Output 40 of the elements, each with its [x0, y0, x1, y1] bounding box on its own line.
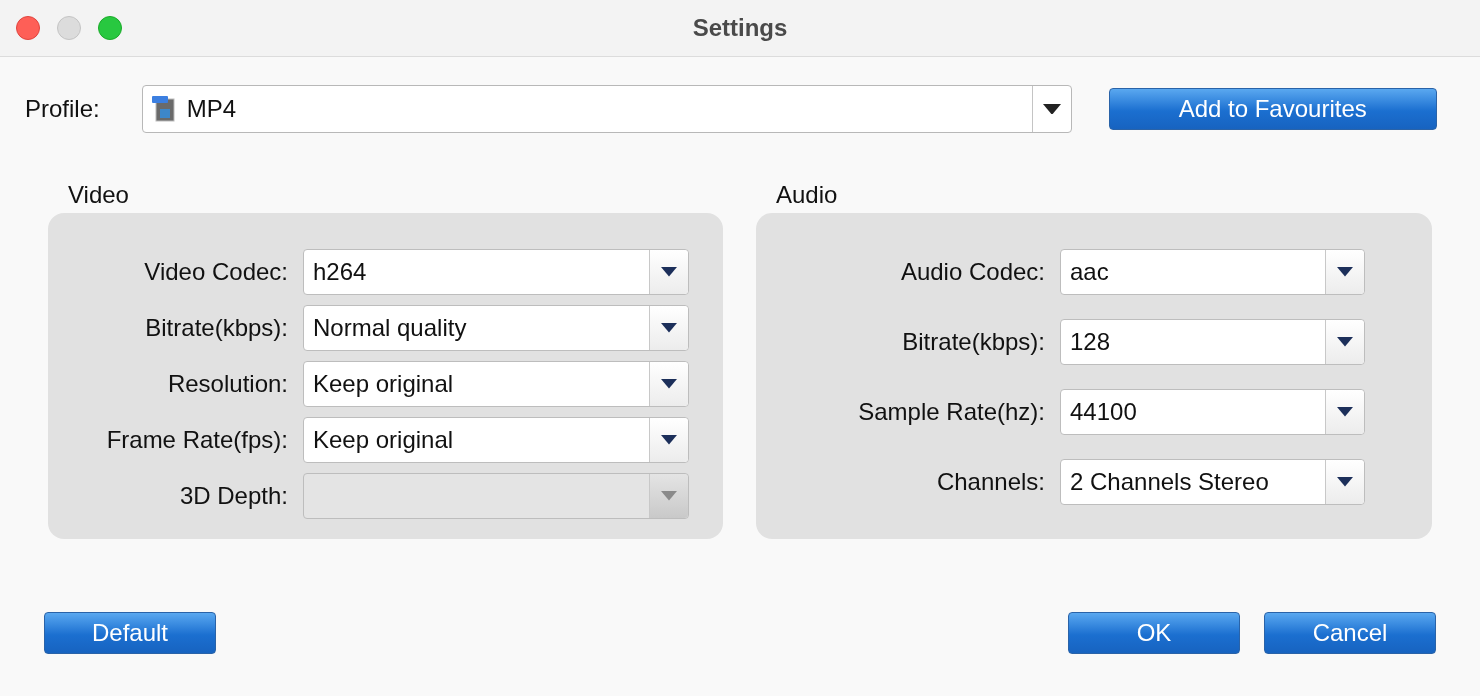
dropdown-arrow-icon — [1337, 337, 1353, 347]
dropdown-field[interactable]: Keep original — [303, 361, 689, 407]
dialog-button[interactable]: OK — [1068, 612, 1240, 654]
close-icon[interactable] — [16, 16, 40, 40]
dropdown-arrow-icon — [661, 267, 677, 277]
zoom-icon[interactable] — [98, 16, 122, 40]
field-label: Bitrate(kbps): — [144, 314, 288, 342]
dropdown-arrow-icon — [661, 435, 677, 445]
profile-label: Profile: — [25, 95, 100, 123]
dropdown-arrow-icon — [661, 491, 677, 501]
dropdown-field[interactable]: h264 — [303, 249, 689, 295]
field-label: Audio Codec: — [899, 258, 1045, 286]
dropdown-arrow-icon — [1337, 267, 1353, 277]
dropdown-field[interactable]: Normal quality — [303, 305, 689, 351]
window-title: Settings — [692, 14, 788, 42]
field-label: Video Codec: — [143, 258, 288, 286]
minimize-icon[interactable] — [57, 16, 81, 40]
dropdown-arrow-icon — [661, 379, 677, 389]
section-title: Audio — [776, 181, 839, 210]
dropdown-field[interactable]: aac — [1060, 249, 1365, 295]
field-label: Frame Rate(fps): — [105, 426, 288, 454]
default-button[interactable]: Default — [44, 612, 216, 654]
dropdown-field[interactable]: 2 Channels Stereo — [1060, 459, 1365, 505]
video-file-icon — [150, 95, 177, 123]
dialog-button[interactable]: Cancel — [1264, 612, 1436, 654]
profile-dropdown[interactable]: MP4 — [141, 85, 1072, 133]
dropdown-arrow-icon — [1337, 407, 1353, 417]
field-label: Sample Rate(hz): — [857, 398, 1045, 426]
dropdown-arrow-icon — [1042, 103, 1061, 115]
dropdown-arrow-icon — [661, 323, 677, 333]
dropdown-field[interactable]: 128 — [1060, 319, 1365, 365]
dropdown-arrow-icon — [1337, 477, 1353, 487]
field-label: Channels: — [935, 468, 1045, 496]
dropdown-field[interactable]: 44100 — [1060, 389, 1365, 435]
section-title: Video — [68, 181, 130, 210]
field-label: Resolution: — [166, 370, 288, 398]
dropdown-field[interactable]: Keep original — [303, 417, 689, 463]
field-label: Bitrate(kbps): — [901, 328, 1045, 356]
field-label: 3D Depth: — [178, 482, 288, 510]
add-to-favourites-button[interactable]: Add to Favourites — [1108, 88, 1437, 130]
